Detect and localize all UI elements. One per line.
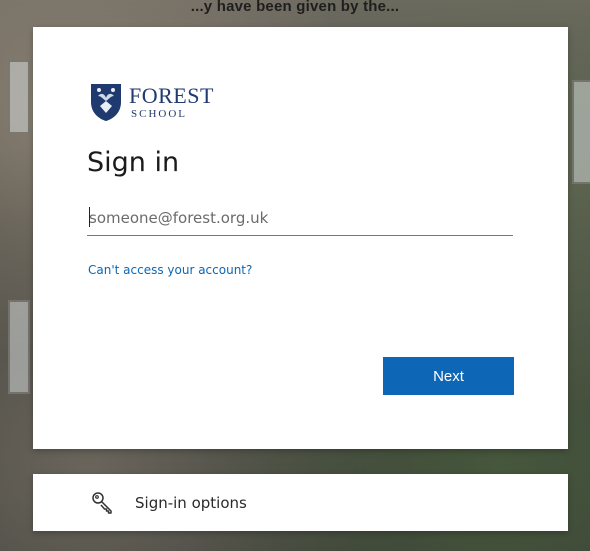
logo-subtitle: SCHOOL: [131, 107, 188, 120]
background-window: [8, 60, 30, 134]
signin-options-label: Sign-in options: [135, 493, 247, 512]
email-input[interactable]: [87, 201, 513, 236]
crest-icon: [91, 84, 121, 121]
cant-access-account-link[interactable]: Can't access your account?: [88, 263, 252, 277]
school-logo: FOREST SCHOOL: [89, 82, 214, 122]
top-caption: ...y have been given by the...: [190, 0, 400, 15]
page-title: Sign in: [87, 147, 180, 178]
next-button[interactable]: Next: [383, 357, 514, 395]
background-window: [8, 300, 30, 394]
logo-name: FOREST: [129, 82, 214, 108]
signin-card: FOREST SCHOOL Sign in Can't access your …: [33, 27, 568, 449]
text-cursor: [89, 207, 90, 227]
key-icon: [92, 491, 112, 514]
signin-options-button[interactable]: Sign-in options: [33, 474, 568, 531]
logo-text: FOREST SCHOOL: [129, 82, 214, 120]
background-window: [572, 80, 590, 184]
